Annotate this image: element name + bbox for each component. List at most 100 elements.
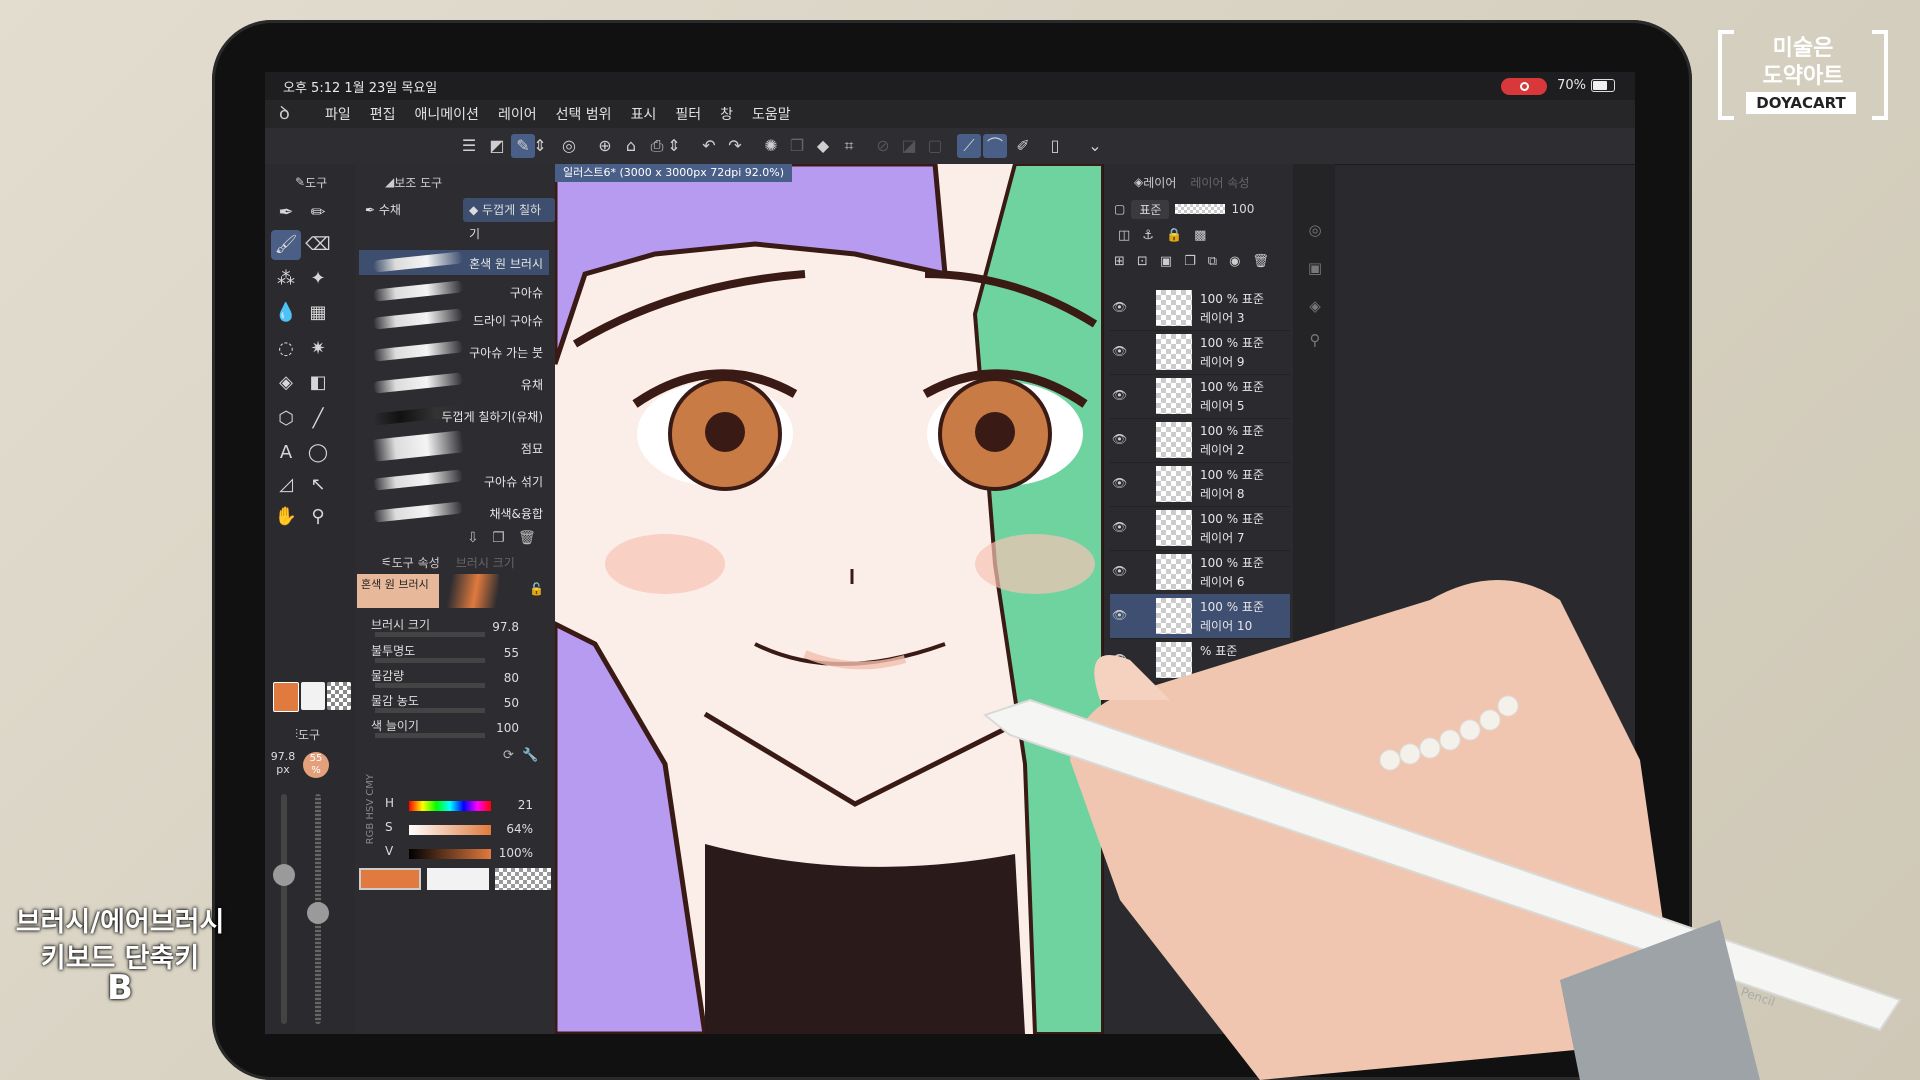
brush-item[interactable]: 채색&융합 xyxy=(359,500,549,525)
layer-type-icon[interactable]: ▢ xyxy=(1114,202,1125,216)
eye-icon[interactable]: 👁 xyxy=(1112,608,1127,622)
ruler-snap-icon[interactable]: ⟋ xyxy=(957,134,981,158)
undo-icon[interactable]: ↶ xyxy=(697,134,721,158)
menu-layer[interactable]: 레이어 xyxy=(498,104,537,124)
menu-selection[interactable]: 선택 범위 xyxy=(556,104,612,124)
search-layer-icon[interactable]: ⚲ xyxy=(1303,328,1327,352)
balloon-tool-icon[interactable]: ◯ xyxy=(303,438,333,468)
layer-row[interactable]: 👁 100 % 표준 레이어 5 xyxy=(1110,374,1290,419)
layer-row[interactable]: 👁 100 % 표준 레이어 3 xyxy=(1110,286,1290,331)
saturation-row[interactable]: S 64% xyxy=(385,820,555,840)
size-slider[interactable] xyxy=(281,794,287,1024)
airbrush-tool-icon[interactable]: ⁂ xyxy=(271,264,301,294)
menu-animation[interactable]: 애니메이션 xyxy=(415,104,479,124)
mask-icon[interactable]: ◉ xyxy=(1229,254,1252,269)
open-folder-icon[interactable]: ⌂ xyxy=(619,134,643,158)
layer-row[interactable]: 👁 100 % 표준 레이어 2 xyxy=(1110,418,1290,463)
brush-item[interactable]: 유채 xyxy=(359,371,549,396)
navigator-icon[interactable]: ◎ xyxy=(1303,218,1327,242)
sub-color-swatch[interactable] xyxy=(301,682,325,710)
layer-row[interactable]: 👁 % 표준 xyxy=(1110,638,1290,683)
main-color-swatch[interactable] xyxy=(273,682,299,712)
tool-panel-tab[interactable]: 도구 xyxy=(305,174,327,191)
canvas-area[interactable]: 일러스트6* (3000 x 3000px 72dpi 92.0%) xyxy=(555,164,1103,1034)
eraser-tool-icon[interactable]: ⌫ xyxy=(303,230,333,260)
lasso-tool-icon[interactable]: ◌ xyxy=(271,334,301,364)
color-mode-hsv[interactable]: HSV xyxy=(365,799,376,820)
figure-tool-icon[interactable]: ▦ xyxy=(303,298,333,328)
quick-panel-tab[interactable]: 도구 xyxy=(298,726,320,743)
spiral-icon[interactable]: ◎ xyxy=(557,134,581,158)
text-tool-icon[interactable]: A xyxy=(271,438,301,468)
transform-icon[interactable]: ⌗ xyxy=(837,134,861,158)
value-row[interactable]: V 100% xyxy=(385,844,555,864)
color-mode-tabs[interactable]: RGB HSV CMY xyxy=(365,774,376,844)
new-file-icon[interactable]: ⊕ xyxy=(593,134,617,158)
menu-file[interactable]: 파일 xyxy=(325,104,351,124)
disabled-tool-icon-1[interactable]: ⊘ xyxy=(871,134,895,158)
eye-icon[interactable]: 👁 xyxy=(1112,652,1127,666)
line-tool-icon[interactable]: ╱ xyxy=(303,404,333,434)
prop-opacity[interactable]: 불투명도 55 xyxy=(359,642,549,666)
eye-icon[interactable]: 👁 xyxy=(1112,476,1127,490)
reset-icon[interactable]: ⟳ xyxy=(503,748,514,763)
chevron-down-icon[interactable]: ⌄ xyxy=(1083,134,1107,158)
brush-item[interactable]: 구아슈 xyxy=(359,279,549,304)
blend-tool-icon[interactable]: 💧 xyxy=(271,298,301,328)
save-icon[interactable]: ⎙ xyxy=(645,134,669,158)
group-thick-paint-tab[interactable]: ◆ 두껍게 칠하기 xyxy=(463,198,555,241)
loading-icon[interactable]: ✺ xyxy=(759,134,783,158)
edit-mode-icon[interactable]: ✎ xyxy=(511,134,535,158)
fill-tool-icon[interactable]: ◈ xyxy=(271,368,301,398)
prop-color-stretch[interactable]: 색 늘이기 100 xyxy=(359,717,549,741)
brush-item[interactable]: 두껍게 칠하기(유채) xyxy=(359,403,549,428)
wrench-icon[interactable]: 🔧 xyxy=(522,748,538,763)
disabled-tool-icon-3[interactable]: ▢ xyxy=(923,134,947,158)
brush-item[interactable]: 드라이 구아슈 xyxy=(359,307,549,332)
brush-item[interactable]: 점묘 xyxy=(359,430,549,462)
eyedropper-tool-icon[interactable]: ⚲ xyxy=(303,502,333,532)
layer-opacity-slider[interactable] xyxy=(1175,204,1226,214)
gradient-tool-icon[interactable]: ◧ xyxy=(303,368,333,398)
eye-icon[interactable]: 👁 xyxy=(1112,388,1127,402)
group-watercolor-tab[interactable]: ✒ 수채 xyxy=(359,198,407,222)
new-vector-layer-icon[interactable]: ⊡ xyxy=(1137,254,1160,269)
hamburger-menu-icon[interactable]: ☰ xyxy=(457,134,481,158)
curve-snap-icon[interactable]: ⌒ xyxy=(983,134,1007,158)
menu-edit[interactable]: 편집 xyxy=(370,104,396,124)
clip-icon[interactable]: ◫ xyxy=(1118,228,1142,243)
decoration-tool-icon[interactable]: ✦ xyxy=(303,264,333,294)
merge-layer-icon[interactable]: ⧉ xyxy=(1208,254,1229,269)
fill-icon[interactable]: ◆ xyxy=(811,134,835,158)
disabled-tool-icon-2[interactable]: ◪ xyxy=(897,134,921,158)
new-raster-layer-icon[interactable]: ⊞ xyxy=(1114,254,1137,269)
prop-paint-density[interactable]: 물감 농도 50 xyxy=(359,692,549,716)
size-slider-knob[interactable] xyxy=(273,864,295,886)
layer-row[interactable]: 👁 100 % 표준 레이어 6 xyxy=(1110,550,1290,595)
layer-row[interactable]: 👁 100 % 표준 레이어 9 xyxy=(1110,330,1290,375)
illustration-canvas[interactable] xyxy=(555,164,1103,1034)
pen-pressure-icon[interactable]: ✐ xyxy=(1011,134,1035,158)
brush-size-tab[interactable]: 브러시 크기 xyxy=(456,554,515,571)
hue-row[interactable]: H 21 xyxy=(385,796,555,816)
lock-layer-icon[interactable]: 🔒 xyxy=(1166,228,1194,243)
tool-property-tab[interactable]: 도구 속성 xyxy=(392,554,440,571)
color-mode-cmy[interactable]: CMY xyxy=(365,774,376,796)
main-color-chip[interactable] xyxy=(359,868,421,890)
brush-item[interactable]: 혼색 원 브러시 xyxy=(359,250,549,275)
operation-tool-icon[interactable]: ↖ xyxy=(303,470,333,500)
menu-help[interactable]: 도움말 xyxy=(752,104,791,124)
brush-tool-icon[interactable]: 🖌 xyxy=(271,230,301,260)
tablet-icon[interactable]: ▯ xyxy=(1043,134,1067,158)
lock-alpha-icon[interactable]: ▩ xyxy=(1194,228,1218,243)
copy-layer-icon[interactable]: ❐ xyxy=(1184,254,1208,269)
new-folder-icon[interactable]: ▣ xyxy=(1160,254,1184,269)
color-mode-rgb[interactable]: RGB xyxy=(365,823,376,845)
stepper-icon-2[interactable]: ⇕ xyxy=(667,134,681,158)
stepper-icon[interactable]: ⇕ xyxy=(533,134,547,158)
menu-filter[interactable]: 필터 xyxy=(675,104,701,124)
brush-item[interactable]: 구아슈 가는 붓 xyxy=(359,339,549,364)
delete-layer-icon[interactable]: 🗑 xyxy=(1252,254,1281,269)
opacity-slider-knob[interactable] xyxy=(307,902,329,924)
frame-tool-icon[interactable]: ◿ xyxy=(271,470,301,500)
